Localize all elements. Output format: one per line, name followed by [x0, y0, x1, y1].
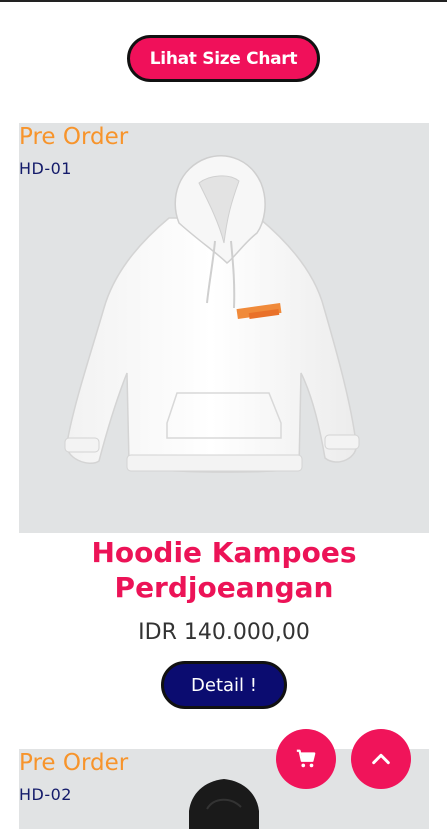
scroll-to-top-button[interactable] — [351, 729, 411, 789]
pre-order-badge: Pre Order — [19, 750, 129, 776]
cart-icon — [296, 749, 316, 768]
product-title[interactable]: Hoodie Kampoes Perdjoeangan — [19, 535, 429, 605]
top-border — [0, 0, 447, 2]
product-price: IDR 140.000,00 — [138, 620, 310, 645]
cart-button[interactable] — [276, 729, 336, 789]
product-code: HD-01 — [19, 159, 72, 178]
product-image[interactable]: Pre Order HD-01 — [19, 123, 429, 533]
product-code: HD-02 — [19, 785, 72, 804]
chevron-up-icon — [372, 753, 390, 765]
detail-button[interactable]: Detail ! — [161, 661, 287, 709]
size-chart-button[interactable]: Lihat Size Chart — [127, 35, 320, 82]
pre-order-badge: Pre Order — [19, 124, 129, 150]
white-hoodie-image — [64, 155, 360, 473]
